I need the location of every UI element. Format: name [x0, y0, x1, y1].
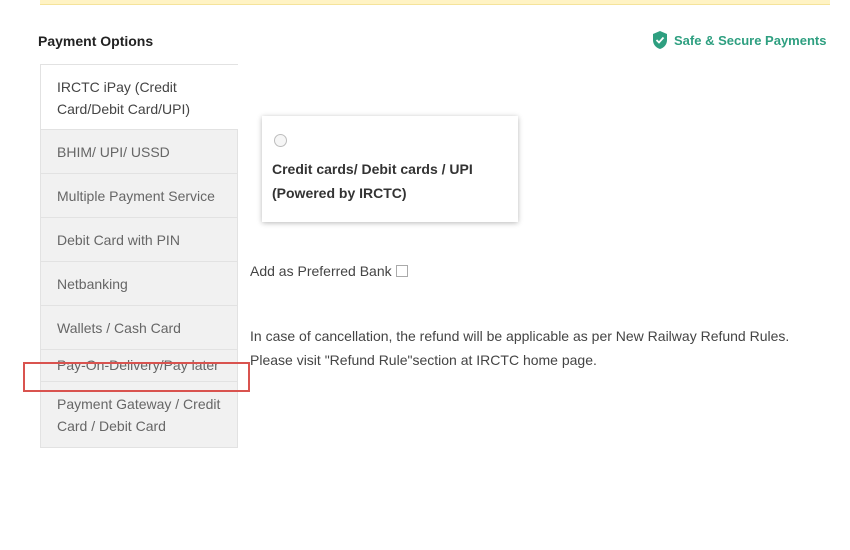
option-multiple-payment-service[interactable]: Multiple Payment Service — [40, 174, 238, 218]
option-debit-card-with-pin[interactable]: Debit Card with PIN — [40, 218, 238, 262]
option-label: Multiple Payment Service — [57, 188, 215, 204]
top-banner — [40, 0, 830, 5]
option-label: Payment Gateway / Credit Card / Debit Ca… — [57, 396, 221, 434]
highlight-box — [23, 362, 250, 392]
preferred-bank-checkbox[interactable] — [395, 265, 408, 277]
payment-page: Payment Options Safe & Secure Payments I… — [0, 0, 850, 550]
payment-method-card[interactable]: Credit cards/ Debit cards / UPI (Powered… — [262, 116, 518, 222]
secure-payments-label: Safe & Secure Payments — [674, 32, 827, 48]
option-irctc-ipay[interactable]: IRCTC iPay (Credit Card/Debit Card/UPI) — [40, 64, 238, 130]
secure-payments-badge: Safe & Secure Payments — [652, 30, 826, 50]
option-wallets-cash-card[interactable]: Wallets / Cash Card — [40, 306, 238, 350]
preferred-bank-row: Add as Preferred Bank — [250, 263, 408, 279]
refund-note: In case of cancellation, the refund will… — [250, 328, 790, 368]
shield-icon — [652, 30, 668, 50]
option-label: Wallets / Cash Card — [57, 320, 181, 336]
payment-method-label: Credit cards/ Debit cards / UPI (Powered… — [272, 161, 473, 201]
option-netbanking[interactable]: Netbanking — [40, 262, 238, 306]
option-label: Netbanking — [57, 276, 128, 292]
preferred-bank-label: Add as Preferred Bank — [250, 263, 392, 279]
payment-options-heading: Payment Options — [38, 33, 154, 49]
payment-method-radio[interactable] — [274, 134, 287, 147]
option-label: Debit Card with PIN — [57, 232, 180, 248]
option-label: IRCTC iPay (Credit Card/Debit Card/UPI) — [57, 79, 191, 117]
option-bhim-upi-ussd[interactable]: BHIM/ UPI/ USSD — [40, 130, 238, 174]
option-label: BHIM/ UPI/ USSD — [57, 144, 170, 160]
